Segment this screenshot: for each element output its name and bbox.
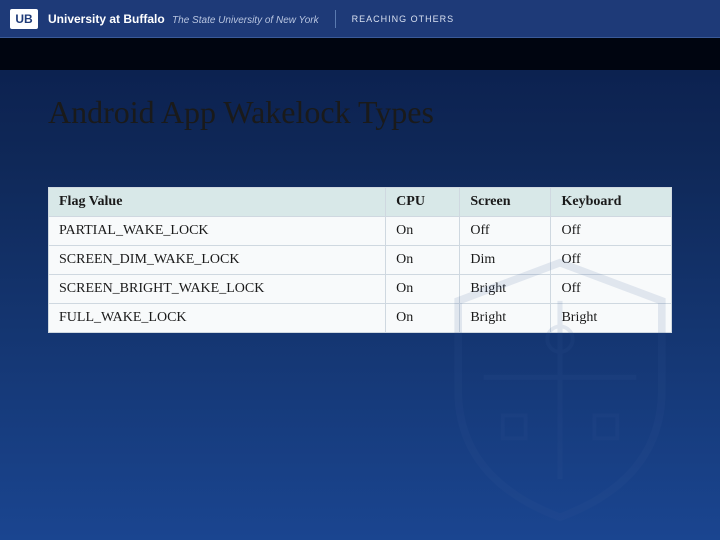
university-name: University at Buffalo The State Universi…: [48, 12, 319, 26]
cell-screen: Off: [460, 217, 551, 246]
col-flag: Flag Value: [49, 188, 386, 217]
cell-cpu: On: [386, 275, 460, 304]
header-divider: [335, 10, 336, 28]
univ-sub: The State University of New York: [172, 15, 319, 26]
cell-keyboard: Off: [551, 246, 672, 275]
col-screen: Screen: [460, 188, 551, 217]
col-keyboard: Keyboard: [551, 188, 672, 217]
cell-cpu: On: [386, 246, 460, 275]
col-cpu: CPU: [386, 188, 460, 217]
table-row: SCREEN_DIM_WAKE_LOCK On Dim Off: [49, 246, 672, 275]
ub-logo: UB: [10, 9, 38, 29]
table-row: FULL_WAKE_LOCK On Bright Bright: [49, 304, 672, 333]
cell-flag: SCREEN_BRIGHT_WAKE_LOCK: [49, 275, 386, 304]
cell-flag: SCREEN_DIM_WAKE_LOCK: [49, 246, 386, 275]
cell-cpu: On: [386, 217, 460, 246]
slide-content: Android App Wakelock Types Flag Value CP…: [0, 70, 720, 357]
cell-keyboard: Off: [551, 275, 672, 304]
table-header-row: Flag Value CPU Screen Keyboard: [49, 188, 672, 217]
table-row: SCREEN_BRIGHT_WAKE_LOCK On Bright Off: [49, 275, 672, 304]
cell-keyboard: Bright: [551, 304, 672, 333]
page-title: Android App Wakelock Types: [48, 94, 672, 131]
tagline: REACHING OTHERS: [352, 14, 455, 24]
cell-keyboard: Off: [551, 217, 672, 246]
cell-flag: FULL_WAKE_LOCK: [49, 304, 386, 333]
header-bar: UB University at Buffalo The State Unive…: [0, 0, 720, 38]
cell-flag: PARTIAL_WAKE_LOCK: [49, 217, 386, 246]
cell-screen: Bright: [460, 275, 551, 304]
univ-main: University at Buffalo: [48, 12, 165, 26]
dark-strip: [0, 38, 720, 70]
cell-screen: Bright: [460, 304, 551, 333]
wakelock-table: Flag Value CPU Screen Keyboard PARTIAL_W…: [48, 187, 672, 333]
cell-cpu: On: [386, 304, 460, 333]
table-row: PARTIAL_WAKE_LOCK On Off Off: [49, 217, 672, 246]
cell-screen: Dim: [460, 246, 551, 275]
